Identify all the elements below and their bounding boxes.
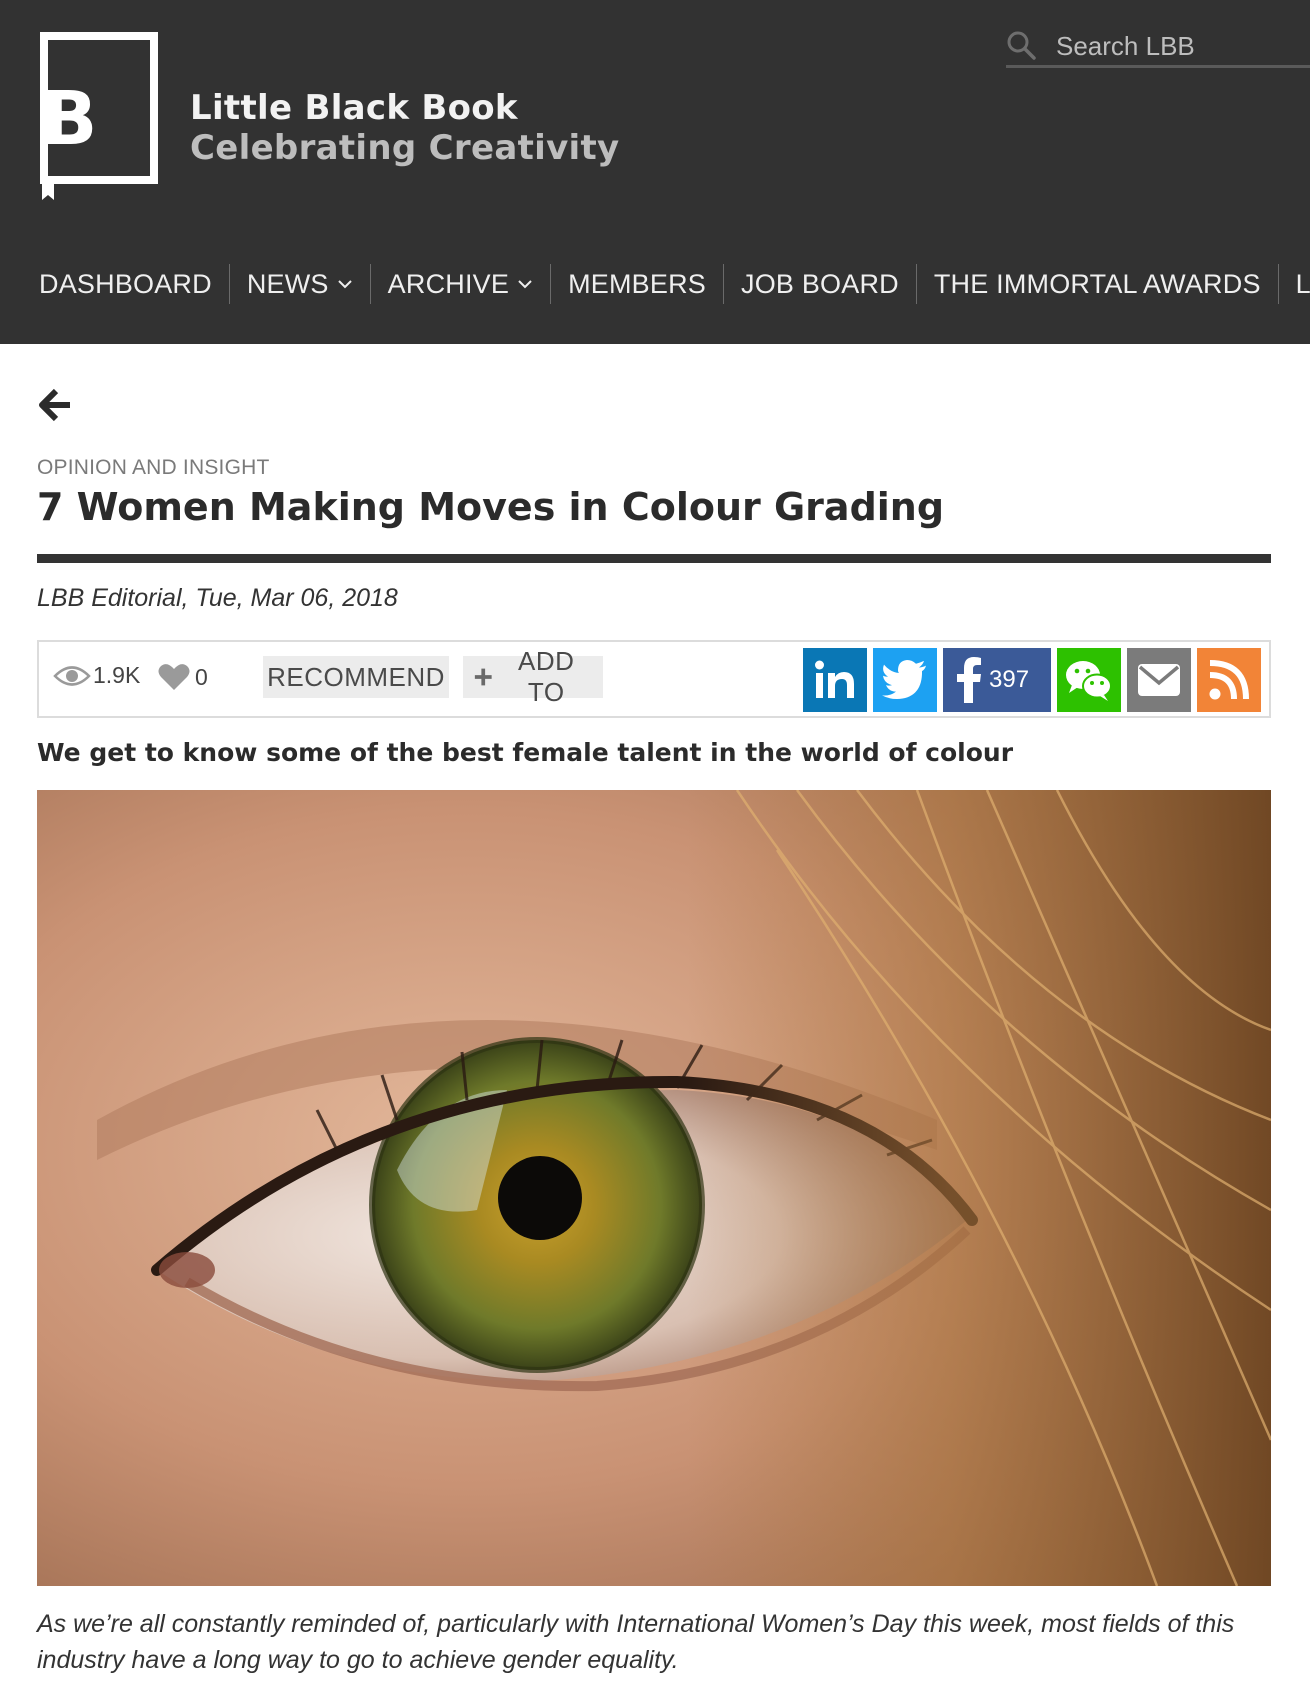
plus-icon xyxy=(474,668,492,686)
likes-stat: 0 xyxy=(157,662,208,692)
nav-label: THE IMMORTAL AWARDS xyxy=(933,268,1261,299)
nav-label: JOB BOARD xyxy=(741,268,899,299)
brand-title[interactable]: Little Black Book xyxy=(190,88,518,128)
linkedin-icon xyxy=(815,660,854,698)
search-icon[interactable] xyxy=(1006,30,1036,60)
search-box[interactable] xyxy=(1006,26,1310,68)
article-byline: LBB Editorial, Tue, Mar 06, 2018 xyxy=(37,584,398,612)
nav-label: NEWS xyxy=(246,268,329,299)
nav-label: MEMBERS xyxy=(568,268,707,299)
share-rss-button[interactable] xyxy=(1197,648,1261,712)
article-toolbar: 1.9K 0 RECOMMEND ADD TO 397 xyxy=(37,640,1271,718)
article-intro: As we’re all constantly reminded of, par… xyxy=(37,1610,1235,1674)
logo-letter: B xyxy=(41,76,97,162)
likes-count: 0 xyxy=(195,663,208,690)
eye-closeup-image xyxy=(37,790,1271,1586)
back-arrow-icon[interactable] xyxy=(36,386,74,424)
views-stat: 1.9K xyxy=(53,662,140,689)
facebook-icon xyxy=(957,657,981,703)
title-divider xyxy=(37,554,1271,563)
nav-members[interactable]: MEMBERS xyxy=(551,264,725,304)
wechat-icon xyxy=(1066,661,1112,701)
email-icon xyxy=(1138,664,1180,696)
site-header: B Little Black Book Celebrating Creativi… xyxy=(0,0,1310,344)
share-facebook-button[interactable]: 397 xyxy=(943,648,1051,712)
search-input[interactable] xyxy=(1056,28,1306,64)
share-wechat-button[interactable] xyxy=(1057,648,1121,712)
facebook-share-count: 397 xyxy=(989,666,1030,693)
lbb-logo-icon[interactable]: B xyxy=(40,32,158,214)
rss-icon xyxy=(1209,660,1249,700)
article-category[interactable]: OPINION AND INSIGHT xyxy=(37,456,270,480)
heart-icon[interactable] xyxy=(157,662,191,692)
chevron-down-icon xyxy=(518,280,532,289)
eye-icon xyxy=(53,665,91,686)
article-title: 7 Women Making Moves in Colour Grading xyxy=(37,485,945,529)
recommend-button[interactable]: RECOMMEND xyxy=(263,656,449,698)
nav-news[interactable]: NEWS xyxy=(230,264,371,304)
nav-label: ARCHIVE xyxy=(387,268,510,299)
nav-archive[interactable]: ARCHIVE xyxy=(371,264,552,304)
main-nav: DASHBOARD NEWS ARCHIVE MEMBERS JOB BOARD… xyxy=(22,264,1310,304)
share-linkedin-button[interactable] xyxy=(803,648,867,712)
nav-label: DASHBOARD xyxy=(39,268,212,299)
share-email-button[interactable] xyxy=(1127,648,1191,712)
nav-dashboard[interactable]: DASHBOARD xyxy=(22,264,230,304)
nav-league-table[interactable]: LEAGUE TAB xyxy=(1279,264,1310,304)
add-to-button[interactable]: ADD TO xyxy=(463,646,603,707)
hero-image xyxy=(37,790,1271,1586)
nav-label: LEAGUE TAB xyxy=(1295,268,1310,299)
brand-subtitle: Celebrating Creativity xyxy=(190,128,620,168)
chevron-down-icon xyxy=(337,280,352,289)
nav-immortal-awards[interactable]: THE IMMORTAL AWARDS xyxy=(917,264,1279,304)
views-count: 1.9K xyxy=(93,662,141,688)
article-standfirst: We get to know some of the best female t… xyxy=(37,738,1014,767)
add-to-label: ADD TO xyxy=(518,646,575,707)
twitter-icon xyxy=(882,660,926,700)
nav-job-board[interactable]: JOB BOARD xyxy=(724,264,917,304)
share-twitter-button[interactable] xyxy=(873,648,937,712)
